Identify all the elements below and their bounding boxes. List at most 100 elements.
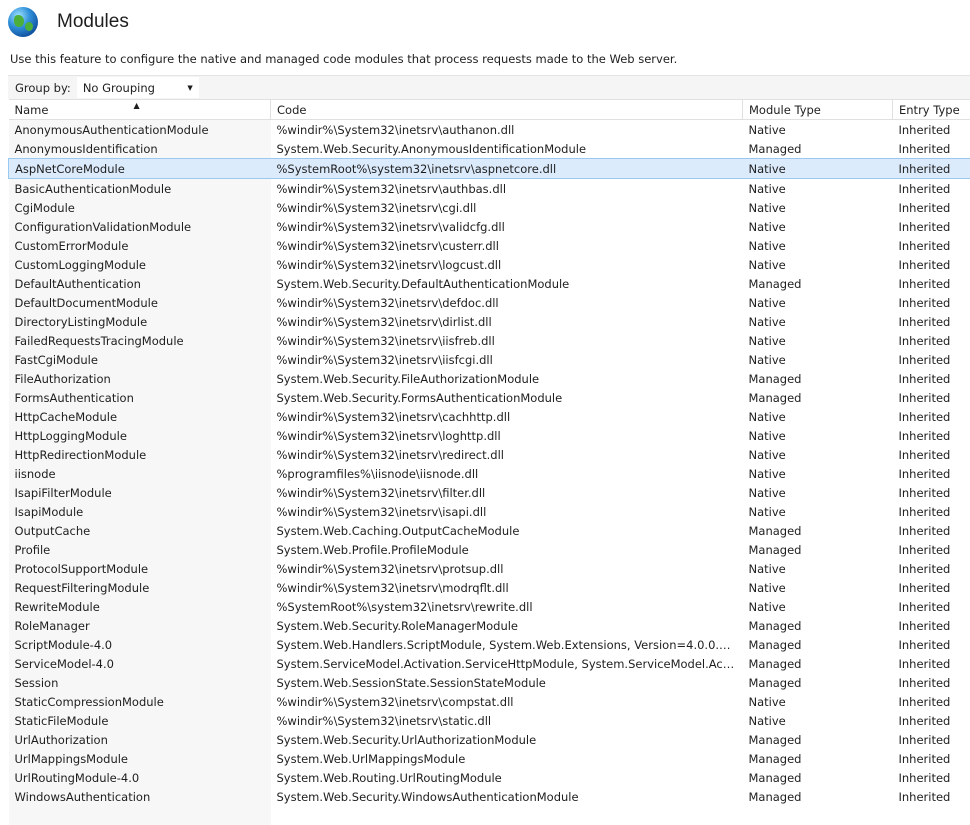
cell-code: System.Web.Security.FileAuthorizationMod… xyxy=(271,369,743,388)
table-row[interactable]: OutputCacheSystem.Web.Caching.OutputCach… xyxy=(9,521,970,540)
table-row[interactable]: ProtocolSupportModule%windir%\System32\i… xyxy=(9,559,970,578)
table-row[interactable]: HttpRedirectionModule%windir%\System32\i… xyxy=(9,445,970,464)
cell-name: IsapiModule xyxy=(9,502,271,521)
table-row[interactable]: AnonymousIdentificationSystem.Web.Securi… xyxy=(9,139,970,159)
table-row[interactable]: HttpLoggingModule%windir%\System32\inets… xyxy=(9,426,970,445)
table-row[interactable]: DefaultDocumentModule%windir%\System32\i… xyxy=(9,293,970,312)
table-row[interactable]: FailedRequestsTracingModule%windir%\Syst… xyxy=(9,331,970,350)
table-row[interactable]: StaticCompressionModule%windir%\System32… xyxy=(9,692,970,711)
cell-code: %windir%\System32\inetsrv\defdoc.dll xyxy=(271,293,743,312)
cell-module-type: Native xyxy=(743,159,893,179)
table-row[interactable]: SessionSystem.Web.SessionState.SessionSt… xyxy=(9,673,970,692)
cell-module-type: Managed xyxy=(743,139,893,159)
cell-module-type: Native xyxy=(743,179,893,199)
cell-code: System.Web.Security.UrlAuthorizationModu… xyxy=(271,730,743,749)
cell-module-type: Native xyxy=(743,236,893,255)
cell-name: AnonymousAuthenticationModule xyxy=(9,120,271,140)
chevron-down-icon: ▼ xyxy=(187,84,192,92)
table-row[interactable]: FileAuthorizationSystem.Web.Security.Fil… xyxy=(9,369,970,388)
cell-name: UrlMappingsModule xyxy=(9,749,271,768)
cell-name: ConfigurationValidationModule xyxy=(9,217,271,236)
cell-module-type: Managed xyxy=(743,787,893,806)
column-header-name[interactable]: Name▲ xyxy=(9,100,271,120)
table-row[interactable]: ConfigurationValidationModule%windir%\Sy… xyxy=(9,217,970,236)
cell-entry-type: Inherited xyxy=(893,464,970,483)
cell-name: RequestFilteringModule xyxy=(9,578,271,597)
table-row[interactable]: AspNetCoreModule%SystemRoot%\system32\in… xyxy=(9,159,970,179)
cell-name: FormsAuthentication xyxy=(9,388,271,407)
table-row[interactable]: ServiceModel-4.0System.ServiceModel.Acti… xyxy=(9,654,970,673)
cell-module-type: Managed xyxy=(743,749,893,768)
table-row[interactable]: RequestFilteringModule%windir%\System32\… xyxy=(9,578,970,597)
cell-code: System.ServiceModel.Activation.ServiceHt… xyxy=(271,654,743,673)
cell-code: %windir%\System32\inetsrv\iisfcgi.dll xyxy=(271,350,743,369)
table-row[interactable]: CustomLoggingModule%windir%\System32\ine… xyxy=(9,255,970,274)
cell-name: CustomErrorModule xyxy=(9,236,271,255)
table-row[interactable]: UrlRoutingModule-4.0System.Web.Routing.U… xyxy=(9,768,970,787)
table-row[interactable]: iisnode%programfiles%\iisnode\iisnode.dl… xyxy=(9,464,970,483)
cell-module-type: Managed xyxy=(743,635,893,654)
cell-name: HttpCacheModule xyxy=(9,407,271,426)
cell-code: System.Web.Profile.ProfileModule xyxy=(271,540,743,559)
cell-code: %windir%\System32\inetsrv\authbas.dll xyxy=(271,179,743,199)
globe-icon xyxy=(8,7,38,37)
table-row[interactable]: DirectoryListingModule%windir%\System32\… xyxy=(9,312,970,331)
cell-name: RoleManager xyxy=(9,616,271,635)
cell-entry-type: Inherited xyxy=(893,120,970,140)
cell-module-type: Native xyxy=(743,217,893,236)
cell-name: CgiModule xyxy=(9,198,271,217)
column-label: Name xyxy=(15,103,49,117)
table-row[interactable]: RewriteModule%SystemRoot%\system32\inets… xyxy=(9,597,970,616)
table-row[interactable]: ScriptModule-4.0System.Web.Handlers.Scri… xyxy=(9,635,970,654)
cell-module-type: Native xyxy=(743,255,893,274)
cell-name: Profile xyxy=(9,540,271,559)
table-row[interactable]: WindowsAuthenticationSystem.Web.Security… xyxy=(9,787,970,806)
cell-entry-type: Inherited xyxy=(893,597,970,616)
cell-code: %windir%\System32\inetsrv\dirlist.dll xyxy=(271,312,743,331)
cell-module-type: Native xyxy=(743,445,893,464)
column-header-entry-type[interactable]: Entry Type xyxy=(893,100,970,120)
table-row[interactable]: HttpCacheModule%windir%\System32\inetsrv… xyxy=(9,407,970,426)
cell-code: System.Web.Security.DefaultAuthenticatio… xyxy=(271,274,743,293)
table-row[interactable]: CgiModule%windir%\System32\inetsrv\cgi.d… xyxy=(9,198,970,217)
cell-entry-type: Inherited xyxy=(893,711,970,730)
table-row[interactable]: UrlMappingsModuleSystem.Web.UrlMappingsM… xyxy=(9,749,970,768)
table-row[interactable]: StaticFileModule%windir%\System32\inetsr… xyxy=(9,711,970,730)
cell-module-type: Managed xyxy=(743,521,893,540)
cell-entry-type: Inherited xyxy=(893,312,970,331)
cell-module-type: Native xyxy=(743,350,893,369)
table-row[interactable]: FormsAuthenticationSystem.Web.Security.F… xyxy=(9,388,970,407)
cell-module-type: Native xyxy=(743,407,893,426)
cell-entry-type: Inherited xyxy=(893,426,970,445)
cell-entry-type: Inherited xyxy=(893,369,970,388)
cell-module-type: Native xyxy=(743,578,893,597)
column-header-code[interactable]: Code xyxy=(271,100,743,120)
table-row[interactable]: BasicAuthenticationModule%windir%\System… xyxy=(9,179,970,199)
cell-name: DefaultAuthentication xyxy=(9,274,271,293)
cell-module-type: Native xyxy=(743,464,893,483)
table-row[interactable]: ProfileSystem.Web.Profile.ProfileModuleM… xyxy=(9,540,970,559)
table-row[interactable]: RoleManagerSystem.Web.Security.RoleManag… xyxy=(9,616,970,635)
cell-name: ScriptModule-4.0 xyxy=(9,635,271,654)
table-row[interactable]: CustomErrorModule%windir%\System32\inets… xyxy=(9,236,970,255)
cell-entry-type: Inherited xyxy=(893,274,970,293)
cell-code: %windir%\System32\inetsrv\compstat.dll xyxy=(271,692,743,711)
cell-code: System.Web.Security.AnonymousIdentificat… xyxy=(271,139,743,159)
table-row[interactable]: IsapiFilterModule%windir%\System32\inets… xyxy=(9,483,970,502)
group-by-dropdown[interactable]: No Grouping ▼ xyxy=(77,77,199,98)
cell-module-type: Native xyxy=(743,426,893,445)
table-row[interactable]: UrlAuthorizationSystem.Web.Security.UrlA… xyxy=(9,730,970,749)
cell-module-type: Managed xyxy=(743,388,893,407)
table-row[interactable]: AnonymousAuthenticationModule%windir%\Sy… xyxy=(9,120,970,140)
cell-entry-type: Inherited xyxy=(893,388,970,407)
cell-code: %windir%\System32\inetsrv\loghttp.dll xyxy=(271,426,743,445)
table-row[interactable]: IsapiModule%windir%\System32\inetsrv\isa… xyxy=(9,502,970,521)
table-row[interactable]: FastCgiModule%windir%\System32\inetsrv\i… xyxy=(9,350,970,369)
page-description: Use this feature to configure the native… xyxy=(10,52,677,66)
table-row[interactable]: DefaultAuthenticationSystem.Web.Security… xyxy=(9,274,970,293)
cell-entry-type: Inherited xyxy=(893,159,970,179)
column-header-module-type[interactable]: Module Type xyxy=(743,100,893,120)
cell-code: %windir%\System32\inetsrv\validcfg.dll xyxy=(271,217,743,236)
cell-code: System.Web.Handlers.ScriptModule, System… xyxy=(271,635,743,654)
cell-name: FileAuthorization xyxy=(9,369,271,388)
